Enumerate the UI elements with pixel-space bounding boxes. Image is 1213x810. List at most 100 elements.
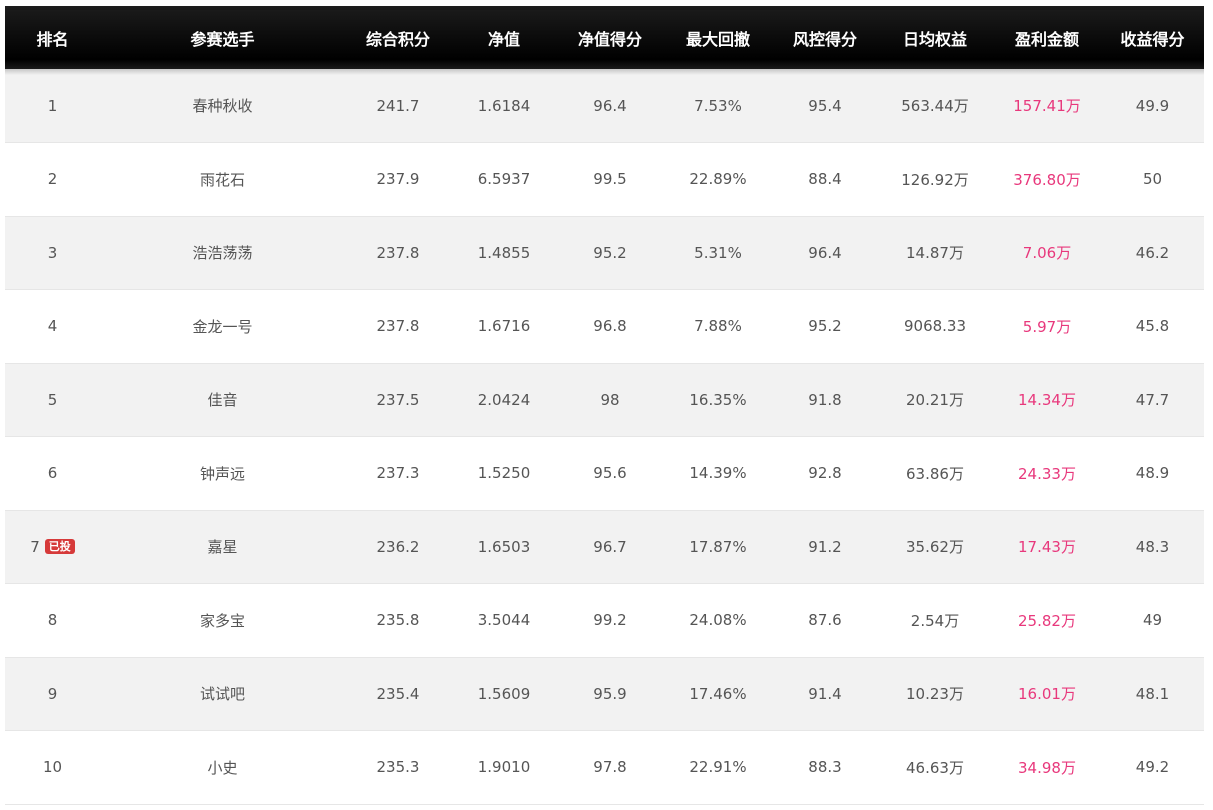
daily-equity: 63.86万 [877,436,993,511]
profit-amount: 14.34万 [993,363,1101,437]
return-score: 48.9 [1101,436,1204,511]
ranking-table: 排名 参赛选手 综合积分 净值 净值得分 最大回撤 风控得分 日均权益 盈利金额… [5,6,1204,805]
player-name[interactable]: 小史 [100,730,345,805]
rank-value: 3 [47,243,58,262]
invested-badge: 已投 [44,539,75,555]
table-row[interactable]: 4 金龙一号 237.8 1.6716 96.8 7.88% 95.2 9068… [5,289,1204,364]
nav-score: 99.5 [557,142,663,217]
return-score: 46.2 [1101,216,1204,290]
profit-amount: 7.06万 [993,216,1101,290]
return-score: 50 [1101,142,1204,217]
composite-score: 241.7 [345,69,451,143]
rank-cell: 8 [5,583,100,658]
rank-cell: 2 [5,142,100,217]
nav-score: 96.8 [557,289,663,364]
player-name[interactable]: 家多宝 [100,583,345,658]
nav-value: 1.6716 [451,289,557,364]
composite-score: 236.2 [345,510,451,584]
nav-score: 98 [557,363,663,437]
rank-value: 7 [30,537,40,556]
daily-equity: 46.63万 [877,730,993,805]
rank-cell: 7 已投 [5,510,100,584]
player-name[interactable]: 浩浩荡荡 [100,216,345,290]
max-drawdown: 17.87% [663,510,773,584]
composite-score: 237.8 [345,289,451,364]
player-name[interactable]: 金龙一号 [100,289,345,364]
profit-amount: 157.41万 [993,69,1101,143]
max-drawdown: 7.88% [663,289,773,364]
player-name[interactable]: 佳音 [100,363,345,437]
max-drawdown: 22.89% [663,142,773,217]
daily-equity: 2.54万 [877,583,993,658]
return-score: 49.2 [1101,730,1204,805]
rank-value: 8 [47,611,58,630]
rank-value: 5 [47,390,58,409]
header-composite[interactable]: 综合积分 [345,6,451,69]
composite-score: 235.8 [345,583,451,658]
header-max-drawdown[interactable]: 最大回撤 [663,6,773,69]
table-row[interactable]: 8 家多宝 235.8 3.5044 99.2 24.08% 87.6 2.54… [5,583,1204,658]
nav-value: 1.9010 [451,730,557,805]
nav-value: 1.6503 [451,510,557,584]
return-score: 45.8 [1101,289,1204,364]
profit-amount: 5.97万 [993,289,1101,364]
profit-amount: 17.43万 [993,510,1101,584]
nav-score: 97.8 [557,730,663,805]
header-nav-score[interactable]: 净值得分 [557,6,663,69]
daily-equity: 35.62万 [877,510,993,584]
max-drawdown: 5.31% [663,216,773,290]
risk-score: 91.2 [773,510,877,584]
profit-amount: 34.98万 [993,730,1101,805]
return-score: 48.3 [1101,510,1204,584]
table-row[interactable]: 3 浩浩荡荡 237.8 1.4855 95.2 5.31% 96.4 14.8… [5,216,1204,290]
nav-score: 99.2 [557,583,663,658]
table-row[interactable]: 5 佳音 237.5 2.0424 98 16.35% 91.8 20.21万 … [5,363,1204,437]
table-row[interactable]: 1 春种秋收 241.7 1.6184 96.4 7.53% 95.4 563.… [5,69,1204,143]
risk-score: 87.6 [773,583,877,658]
header-profit[interactable]: 盈利金额 [993,6,1101,69]
rank-cell: 4 [5,289,100,364]
table-row[interactable]: 7 已投 嘉星 236.2 1.6503 96.7 17.87% 91.2 35.… [5,510,1204,584]
max-drawdown: 16.35% [663,363,773,437]
table-body: 1 春种秋收 241.7 1.6184 96.4 7.53% 95.4 563.… [5,69,1204,805]
rank-value: 4 [47,317,58,336]
table-row[interactable]: 2 雨花石 237.9 6.5937 99.5 22.89% 88.4 126.… [5,142,1204,217]
rank-value: 1 [47,96,58,115]
profit-amount: 25.82万 [993,583,1101,658]
rank-cell: 10 [5,730,100,805]
table-row[interactable]: 9 试试吧 235.4 1.5609 95.9 17.46% 91.4 10.2… [5,657,1204,731]
player-name[interactable]: 雨花石 [100,142,345,217]
header-rank[interactable]: 排名 [5,6,100,69]
daily-equity: 14.87万 [877,216,993,290]
risk-score: 88.3 [773,730,877,805]
header-nav[interactable]: 净值 [451,6,557,69]
daily-equity: 20.21万 [877,363,993,437]
rank-value: 2 [47,170,58,189]
return-score: 49.9 [1101,69,1204,143]
risk-score: 95.2 [773,289,877,364]
composite-score: 237.8 [345,216,451,290]
nav-score: 96.4 [557,69,663,143]
player-name[interactable]: 钟声远 [100,436,345,511]
daily-equity: 10.23万 [877,657,993,731]
risk-score: 91.4 [773,657,877,731]
daily-equity: 126.92万 [877,142,993,217]
nav-score: 95.2 [557,216,663,290]
header-name[interactable]: 参赛选手 [100,6,345,69]
table-row[interactable]: 6 钟声远 237.3 1.5250 95.6 14.39% 92.8 63.8… [5,436,1204,511]
header-row: 排名 参赛选手 综合积分 净值 净值得分 最大回撤 风控得分 日均权益 盈利金额… [5,6,1204,69]
player-name[interactable]: 试试吧 [100,657,345,731]
header-risk-score[interactable]: 风控得分 [773,6,877,69]
player-name[interactable]: 嘉星 [100,510,345,584]
composite-score: 235.4 [345,657,451,731]
nav-value: 1.6184 [451,69,557,143]
table-row[interactable]: 10 小史 235.3 1.9010 97.8 22.91% 88.3 46.6… [5,730,1204,805]
nav-value: 1.5250 [451,436,557,511]
rank-cell: 1 [5,69,100,143]
max-drawdown: 14.39% [663,436,773,511]
header-daily-equity[interactable]: 日均权益 [877,6,993,69]
nav-score: 96.7 [557,510,663,584]
rank-cell: 6 [5,436,100,511]
header-return-score[interactable]: 收益得分 [1101,6,1204,69]
player-name[interactable]: 春种秋收 [100,69,345,143]
